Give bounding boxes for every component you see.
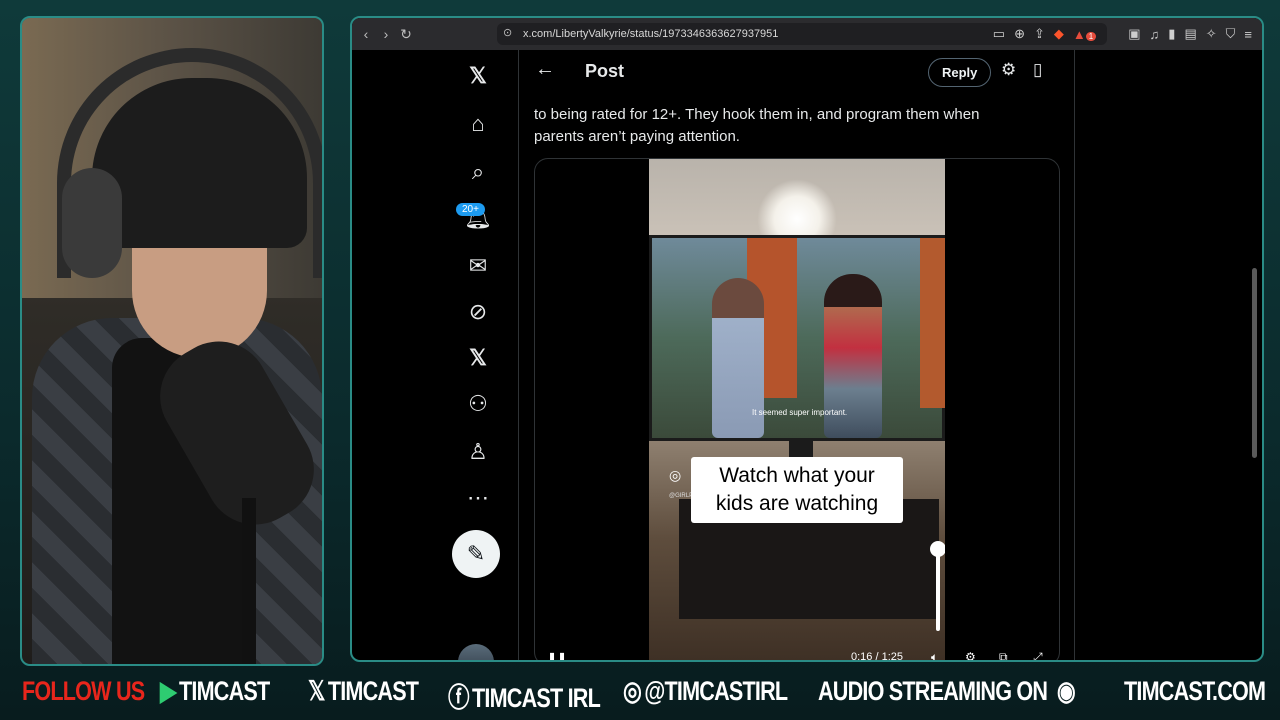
vpn-icon[interactable]: ⛉: [1226, 26, 1236, 42]
reload-button[interactable]: ↻: [396, 26, 416, 43]
column-divider-left: [518, 50, 519, 660]
video-caption-overlay: Watch what your kids are watching: [691, 457, 903, 523]
video-frame[interactable]: It seemed super important. ◎ @GIRLP... W…: [649, 159, 945, 660]
reply-button[interactable]: Reply: [928, 58, 992, 87]
youtube-play-icon: ▶: [160, 676, 177, 706]
share-icon[interactable]: ⇪: [1034, 26, 1045, 42]
fullscreen-icon[interactable]: ⤢: [1033, 650, 1043, 660]
sidebar-icon[interactable]: ▮: [1168, 26, 1175, 42]
caption-line: Watch what your: [719, 464, 875, 487]
communities-icon[interactable]: ⚇: [453, 384, 503, 424]
video-controls: ❚❚ 0:16 / 1:25 🔈︎ ⚙ ⧉ ⤢: [535, 649, 1059, 662]
screenshot-icon[interactable]: ▣: [1128, 26, 1140, 42]
facebook-icon: ⓕ: [448, 683, 470, 713]
ticker-instagram: ◎ @TIMCASTIRL: [623, 676, 788, 707]
ticker-facebook: ⓕ TIMCAST IRL: [448, 676, 601, 715]
volume-slider-thumb[interactable]: [930, 541, 945, 557]
toolbar-icons: ▭ ⊕ ⇪ ◆ ▲ 1 ▣ ♫ ▮ ▤ ✧ ⛉ ≡: [993, 18, 1252, 50]
bottom-ticker: FOLLOW US ▶ TIMCAST 𝕏 TIMCAST ⓕ TIMCAST IRL…: [0, 668, 1280, 720]
facebook-handle: TIMCAST IRL: [472, 683, 601, 713]
back-arrow-icon[interactable]: ←: [535, 58, 555, 81]
picture-in-picture-icon[interactable]: ⧉: [999, 650, 1008, 660]
video-timecode: 0:16 / 1:25: [851, 651, 903, 662]
leo-icon[interactable]: ✧: [1206, 26, 1217, 42]
explore-search-icon[interactable]: ⌕: [453, 152, 503, 192]
ticker-youtube: ▶ TIMCAST: [160, 676, 270, 707]
zoom-icon[interactable]: ⊕: [1014, 26, 1025, 42]
x-social-icon: 𝕏: [308, 676, 325, 706]
tv-screen: It seemed super important.: [649, 235, 945, 441]
reader-mode-icon[interactable]: ▯: [1033, 60, 1042, 80]
grok-icon[interactable]: ⊘: [453, 292, 503, 332]
profile-icon[interactable]: ♙: [453, 432, 503, 472]
youtube-handle: TIMCAST: [179, 676, 270, 706]
browser-toolbar: ‹ › ↻ ⊙ x.com/LibertyValkyrie/status/197…: [352, 18, 1262, 50]
instagram-ticker-handle: @TIMCASTIRL: [644, 676, 788, 706]
extension-badge: 1: [1085, 31, 1097, 41]
post-text-line: to being rated for 12+. They hook them i…: [534, 106, 980, 123]
audio-streaming-label: AUDIO STREAMING ON: [818, 676, 1048, 706]
media-icon[interactable]: ♫: [1150, 27, 1160, 42]
rewards-icon[interactable]: ▲ 1: [1073, 27, 1097, 42]
notifications-badge: 20+: [456, 203, 485, 216]
ticker-x: 𝕏 TIMCAST: [308, 676, 419, 707]
browser-window: ‹ › ↻ ⊙ x.com/LibertyValkyrie/status/197…: [350, 16, 1264, 662]
video-player[interactable]: It seemed super important. ◎ @GIRLP... W…: [534, 158, 1060, 662]
ticker-audio: AUDIO STREAMING ON ◉: [818, 676, 1078, 707]
volume-icon[interactable]: 🔈︎: [931, 650, 938, 660]
messages-mail-icon[interactable]: ✉: [453, 246, 503, 286]
pause-icon[interactable]: ❚❚: [547, 651, 567, 660]
webcam-panel: [20, 16, 324, 666]
follow-us-label: FOLLOW US: [22, 676, 145, 706]
column-divider-right: [1074, 50, 1075, 660]
wallet-icon[interactable]: ▤: [1184, 26, 1196, 42]
more-icon[interactable]: ⋯: [453, 478, 503, 518]
back-nav-button[interactable]: ‹: [356, 26, 376, 42]
x-logo-icon[interactable]: 𝕏: [453, 56, 503, 96]
premium-x-icon[interactable]: 𝕏: [453, 338, 503, 378]
feather-plus-icon: ✎: [466, 541, 486, 566]
x-handle: TIMCAST: [327, 676, 419, 706]
cast-icon[interactable]: ▭: [993, 26, 1005, 42]
post-text: to being rated for 12+. They hook them i…: [534, 104, 1054, 148]
post-text-line: parents aren’t paying attention.: [534, 128, 740, 145]
home-icon[interactable]: ⌂: [453, 104, 503, 144]
video-settings-gear-icon[interactable]: ⚙: [965, 650, 976, 660]
instagram-icon: ◎: [669, 467, 682, 483]
compose-post-button[interactable]: ✎: [452, 530, 500, 578]
caption-line: kids are watching: [715, 492, 879, 515]
brave-shield-icon[interactable]: ◆: [1054, 26, 1064, 42]
webcam-mic-stand: [242, 498, 256, 664]
volume-slider-track[interactable]: [936, 549, 940, 631]
instagram-ticker-icon: ◎: [623, 676, 642, 706]
tree-trunk: [920, 238, 945, 408]
spotify-icon: ◉: [1056, 676, 1076, 706]
forward-nav-button[interactable]: ›: [376, 26, 396, 42]
post-header: ← Post Reply ⚙ ▯: [519, 50, 1074, 94]
ticker-site: TIMCAST.COM: [1124, 676, 1266, 706]
settings-sliders-icon[interactable]: ⚙: [1001, 60, 1016, 80]
tv-subtitle: It seemed super important.: [752, 408, 848, 417]
url-text: x.com/LibertyValkyrie/status/19733463636…: [523, 28, 779, 40]
menu-icon[interactable]: ≡: [1244, 27, 1252, 42]
page-title: Post: [585, 61, 625, 81]
webcam-earcup: [62, 168, 122, 278]
page-scrollbar[interactable]: [1252, 268, 1257, 458]
site-info-icon[interactable]: ⊙: [503, 26, 512, 39]
account-avatar[interactable]: [458, 644, 494, 660]
